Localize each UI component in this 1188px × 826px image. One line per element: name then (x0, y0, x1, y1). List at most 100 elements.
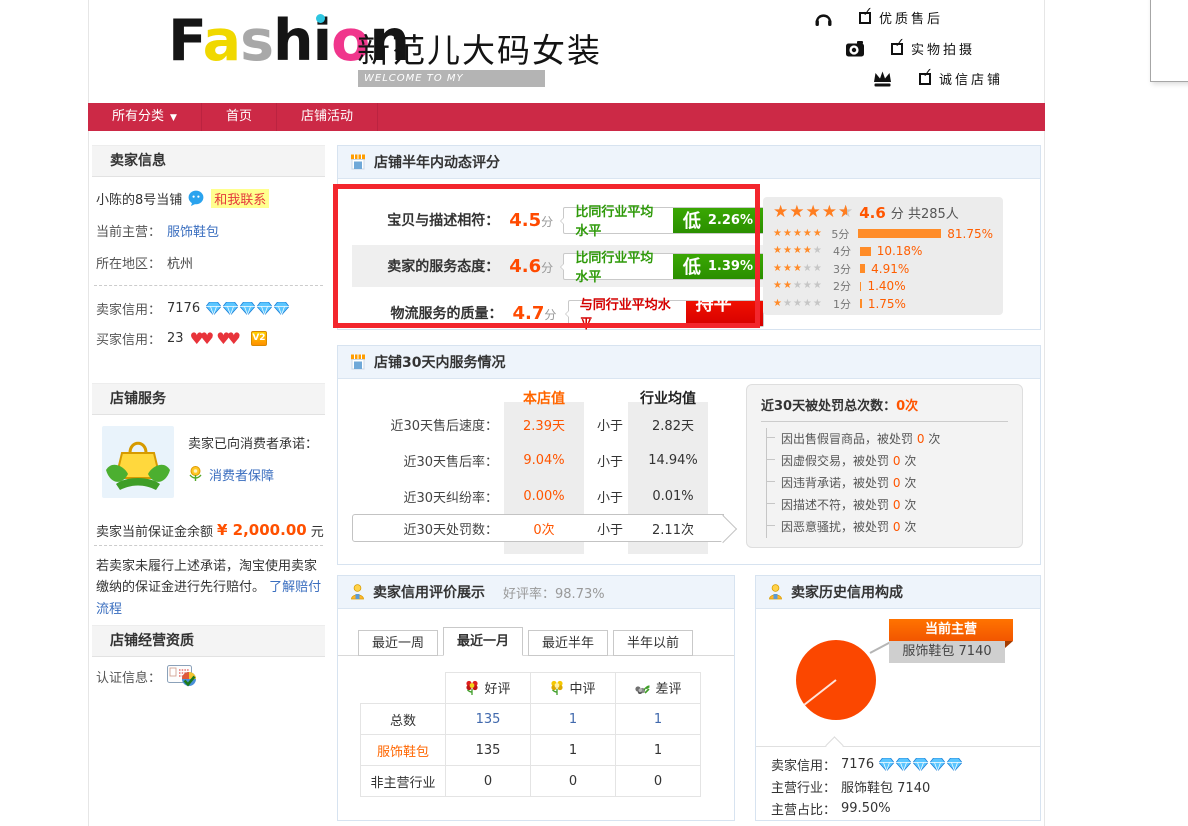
badge-real-photo: ✓ 实物拍摄 (845, 39, 975, 58)
service30-panel: 店铺30天内服务情况 本店值 行业均值 近30天售后速度： 2.39天 小于 2… (337, 345, 1041, 565)
compare-level: 低 (683, 207, 701, 233)
diamond-icon (930, 758, 945, 771)
camera-icon (845, 41, 865, 57)
heart-icon: ♥♥ (190, 329, 211, 348)
wangwang-icon[interactable] (188, 190, 205, 206)
pct-bar (860, 282, 861, 291)
diamond-icons (206, 302, 289, 315)
rating-summary-box: ★★★★★★ 4.6 分 共285人 ★★★★★ 5分 81.75% ★★★★★… (763, 197, 1003, 315)
tab-before-half-year[interactable]: 半年以前 (613, 630, 693, 656)
cert-row: 认证信息： (96, 666, 199, 686)
dsr-score: 4.7 (512, 303, 544, 324)
table-row: 非主营行业 0 0 0 (361, 766, 701, 797)
star-icons: ★★★★★ (773, 246, 833, 256)
penalty-total: 0次 (896, 399, 918, 414)
badge-quality-service: ✓ 优质售后 (814, 8, 943, 27)
diamond-icon (223, 302, 238, 315)
deposit-row: 卖家当前保证金余额 ¥ 2,000.00 元 (96, 520, 324, 540)
penalty-item: 因恶意骚扰，被处罚 0 次 (767, 516, 1008, 538)
dsr-panel-header: 店铺半年内动态评分 (338, 146, 1040, 179)
history-seller-credit: 卖家信用： 7176 (771, 754, 962, 774)
contact-me-link[interactable]: 和我联系 (211, 189, 269, 208)
diamond-icon (879, 758, 894, 771)
penalty-item: 因出售假冒商品，被处罚 0 次 (767, 428, 1008, 450)
dsr-row-description: 宝贝与描述相符： 4.5分 比同行业平均水平 低2.26% (352, 199, 764, 241)
tab-last-month[interactable]: 最近一月 (443, 627, 523, 656)
tab-last-week[interactable]: 最近一周 (358, 630, 438, 656)
badge-honest-shop: ✓ 诚信店铺 (872, 69, 1003, 88)
pct-bar (860, 264, 865, 273)
shop-value: 0次 (501, 519, 587, 538)
callout-value: 服饰鞋包 7140 (889, 641, 1005, 663)
rating-panel: 卖家信用评价展示 好评率：98.73% 最近一周 最近一月 最近半年 半年以前 … (337, 575, 735, 821)
rating-breakdown-row: ★★★★★ 3分 4.91% (773, 260, 993, 278)
rating-summary-top: ★★★★★★ 4.6 分 共285人 (773, 203, 993, 222)
history-panel: 卖家历史信用构成 当前主营 服饰鞋包 7140 卖家信用： 7176 主营行业：… (755, 575, 1041, 821)
nav-home[interactable]: 首页 (202, 103, 277, 131)
dsr-row-logistics: 物流服务的质量： 4.7分 与同行业平均水平 持平— (352, 292, 764, 334)
star-icons: ★★★★★ (773, 229, 831, 239)
industry-value: 14.94% (633, 453, 713, 468)
divider (756, 746, 1040, 747)
main-nav: 所有分类▼ 首页 店铺活动 (88, 103, 1045, 131)
crown-icon (872, 70, 893, 87)
tab-last-half-year[interactable]: 最近半年 (528, 630, 608, 656)
history-main-industry: 主营行业： 服饰鞋包 7140 (771, 776, 930, 796)
service30-row: 近30天纠纷率： 0.00% 小于 0.01% (338, 478, 738, 514)
nav-all-categories[interactable]: 所有分类▼ (88, 103, 202, 131)
penalty-item: 因违背承诺，被处罚 0 次 (767, 472, 1008, 494)
diamond-icon (947, 758, 962, 771)
flower-red-icon (465, 680, 479, 695)
col-industry-avg: 行业均值 (628, 388, 708, 408)
person-icon (350, 584, 365, 600)
person-icon (768, 584, 783, 600)
dsr-compare-bubble: 与同行业平均水平 持平— (568, 300, 764, 327)
pct-bar (860, 247, 871, 256)
diamond-icon (274, 302, 289, 315)
storefront-icon (350, 154, 366, 170)
main-category-row: 当前主营： 服饰鞋包 (96, 220, 219, 240)
star-icons: ★★★★★ (773, 264, 833, 274)
consumer-guarantee-link[interactable]: 消费者保障 (209, 465, 274, 484)
diamond-icons (879, 758, 962, 771)
history-panel-header: 卖家历史信用构成 (756, 576, 1040, 609)
divider (94, 285, 323, 286)
service30-row: 近30天售后率： 9.04% 小于 14.94% (338, 442, 738, 478)
divider (761, 421, 1008, 422)
flower-yellow-icon (550, 680, 564, 695)
deposit-amount: ¥ 2,000.00 (217, 521, 307, 539)
pct-bar (860, 299, 862, 308)
star-icons: ★★★★★ (773, 281, 833, 291)
compare-pct: 1.39% (708, 259, 753, 274)
logo-letter: s (240, 8, 273, 74)
rating-breakdown-row: ★★★★★ 4分 10.18% (773, 243, 993, 261)
main-category-link[interactable]: 服饰鞋包 (167, 221, 219, 240)
nav-shop-activity[interactable]: 店铺活动 (277, 103, 378, 131)
chevron-down-icon: ▼ (170, 113, 177, 123)
checkbox-icon: ✓ (859, 12, 871, 24)
heart-icon: ♥♥ (216, 329, 237, 348)
callout-title: 当前主营 (889, 619, 1013, 641)
consumer-guarantee-icon (102, 426, 174, 498)
dsr-score: 4.5 (509, 210, 541, 231)
guarantee-row: 消费者保障 (188, 464, 274, 484)
seller-info-header: 卖家信息 (92, 145, 325, 177)
star-icons: ★★★★★★ (773, 204, 854, 221)
rating-table: 好评 中评 差评 总数 135 1 1 服饰鞋包 135 1 1 非主营行业 0… (360, 672, 701, 797)
dsr-compare-bubble: 比同行业平均水平 低2.26% (563, 207, 764, 234)
shop-name: 小陈的8号当铺 (96, 189, 182, 208)
id-card-icon[interactable] (167, 665, 199, 688)
diamond-icon (240, 302, 255, 315)
badge-label: 实物拍摄 (911, 39, 975, 58)
shop-value: 0.00% (501, 489, 587, 504)
page: Fashion 新范儿大码女装 WELCOME TO MY SHOPPING..… (0, 0, 1188, 826)
industry-value: 2.82天 (633, 415, 713, 434)
penalty-box: 近30天被处罚总次数：0次 因出售假冒商品，被处罚 0 次 因虚假交易，被处罚 … (746, 384, 1023, 548)
rating-breakdown-row: ★★★★★ 2分 1.40% (773, 278, 993, 296)
buyer-credit-row: 买家信用： 23 ♥♥ ♥♥ V2 (96, 328, 267, 348)
service30-panel-header: 店铺30天内服务情况 (338, 346, 1040, 379)
table-row: 总数 135 1 1 (361, 704, 701, 735)
headphones-icon (814, 9, 833, 27)
avg-score: 4.6 (859, 204, 886, 222)
dsr-row-service: 卖家的服务态度： 4.6分 比同行业平均水平 低1.39% (352, 245, 764, 287)
